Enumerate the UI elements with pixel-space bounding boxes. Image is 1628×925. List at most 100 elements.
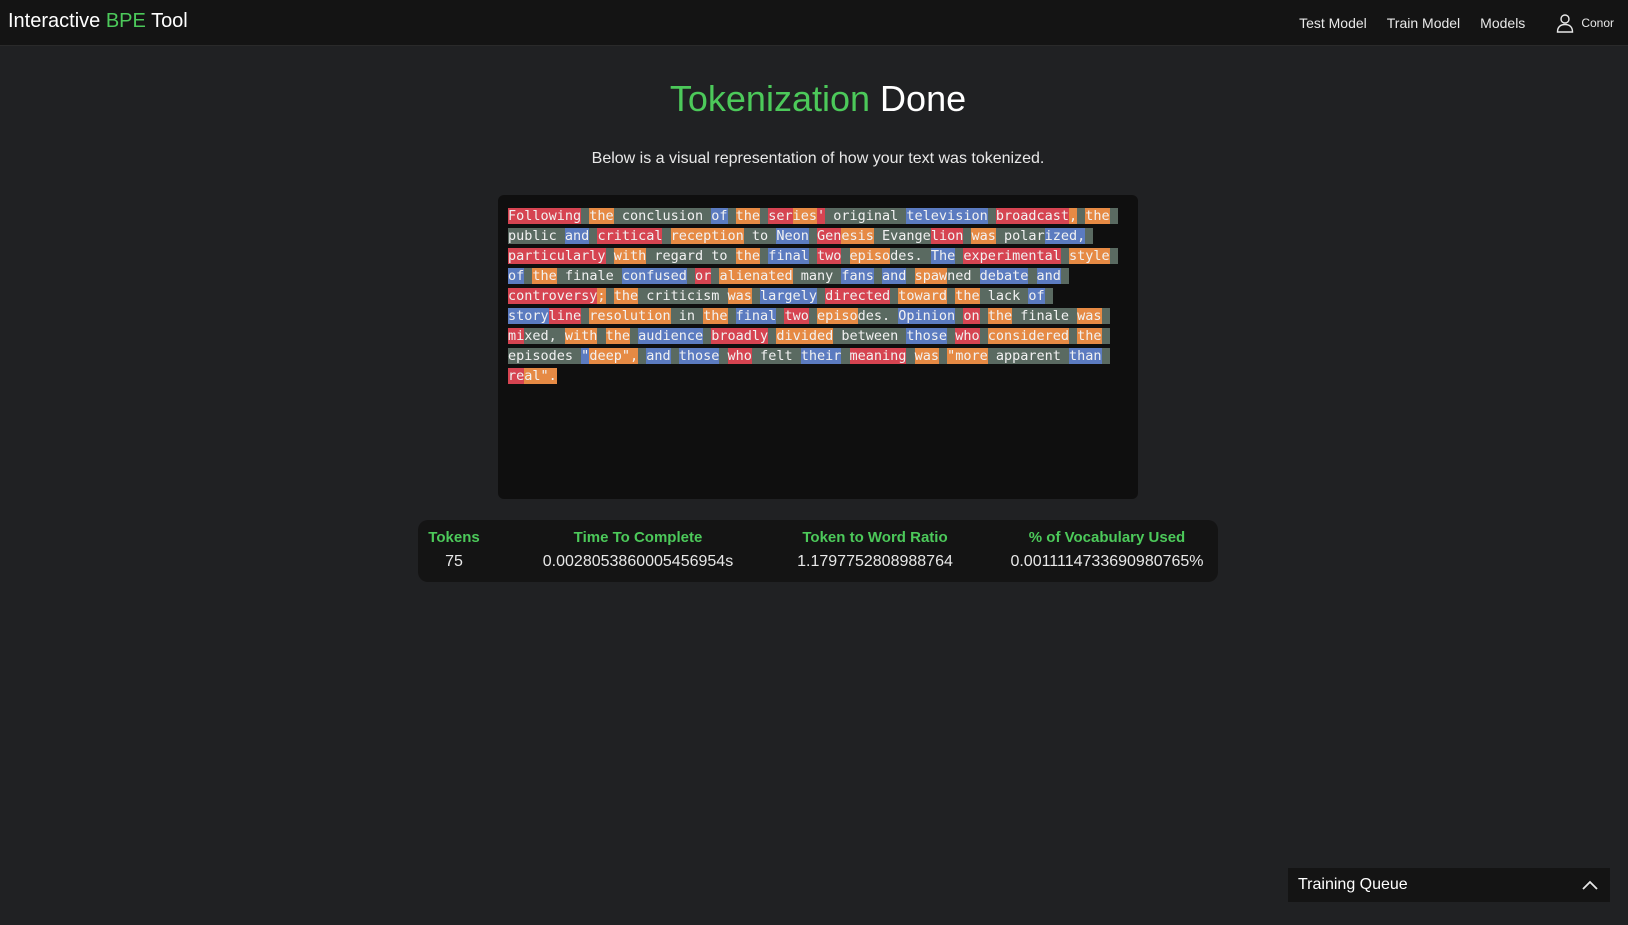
token — [979, 288, 988, 304]
token — [605, 288, 614, 304]
token — [670, 308, 679, 324]
token — [1060, 348, 1070, 364]
token — [613, 268, 622, 284]
stat-tokens: Tokens 75 — [418, 529, 490, 571]
token: ized, — [1044, 228, 1086, 244]
token — [971, 268, 980, 284]
token: the — [735, 248, 761, 264]
token: of — [508, 268, 525, 284]
token: who — [955, 328, 980, 344]
token: ser — [768, 208, 793, 224]
token — [1060, 248, 1070, 264]
token: than — [1069, 348, 1102, 364]
token — [922, 248, 931, 264]
token — [873, 228, 883, 244]
user-menu[interactable]: Conor — [1555, 13, 1614, 33]
token — [743, 228, 752, 244]
token — [751, 288, 761, 304]
token: episo — [816, 308, 858, 324]
token: style — [1069, 248, 1110, 264]
token: or — [695, 268, 712, 284]
token — [556, 268, 565, 284]
token: television — [906, 208, 988, 224]
token: to — [751, 228, 769, 244]
token: debate — [979, 268, 1029, 284]
token — [670, 348, 679, 364]
token — [597, 328, 606, 344]
token: the — [613, 288, 639, 304]
token: line — [548, 308, 582, 324]
stat-label: Time To Complete — [573, 529, 703, 546]
token — [979, 308, 988, 324]
token — [760, 208, 769, 224]
token — [719, 288, 728, 304]
token: was — [971, 228, 996, 244]
stat-vocab: % of Vocabulary Used 0.00111147336909807… — [1004, 529, 1210, 571]
token: broadly — [711, 328, 769, 344]
token: in — [678, 308, 695, 324]
training-queue-panel[interactable]: Training Queue — [1288, 868, 1610, 902]
token: ned — [947, 268, 972, 284]
nav-link-test-model[interactable]: Test Model — [1299, 15, 1367, 31]
token: alienated — [719, 268, 793, 284]
token: critical — [597, 228, 663, 244]
token: Opinion — [898, 308, 956, 324]
tokenized-text-display: Following the conclusion of the series' … — [498, 195, 1138, 499]
navbar: Interactive BPE Tool Test Model Train Mo… — [0, 0, 1628, 46]
token: controversy — [508, 288, 598, 304]
nav-link-train-model[interactable]: Train Model — [1387, 15, 1460, 31]
token: was — [1077, 308, 1102, 324]
token — [686, 268, 696, 284]
token: final — [768, 248, 809, 264]
token — [1101, 328, 1110, 344]
token: final — [735, 308, 777, 324]
token: Evange — [882, 228, 931, 244]
token: regard — [654, 248, 704, 264]
token — [638, 348, 647, 364]
brand-logo[interactable]: Interactive BPE Tool — [8, 10, 188, 33]
token: episodes — [508, 348, 574, 364]
stat-label: Token to Word Ratio — [802, 529, 948, 546]
token: esis — [841, 228, 874, 244]
token — [605, 248, 614, 264]
token — [792, 268, 801, 284]
token — [1085, 228, 1094, 244]
token: spaw — [914, 268, 948, 284]
token: the — [987, 308, 1013, 324]
token — [694, 308, 704, 324]
nav-link-models[interactable]: Models — [1480, 15, 1525, 31]
token — [556, 328, 565, 344]
nav-links: Test Model Train Model Models Conor — [1279, 0, 1614, 46]
stat-time: Time To Complete 0.0028053860005456954s — [518, 529, 758, 571]
stat-value: 75 — [445, 553, 463, 570]
token — [556, 228, 565, 244]
token: reception — [670, 228, 744, 244]
token — [906, 268, 915, 284]
token — [751, 348, 761, 364]
token — [613, 208, 622, 224]
token: their — [800, 348, 842, 364]
token — [1101, 348, 1110, 364]
token — [841, 348, 850, 364]
token — [987, 348, 996, 364]
token: episo — [849, 248, 891, 264]
training-queue-label: Training Queue — [1298, 876, 1408, 893]
token: the — [589, 208, 614, 224]
token — [719, 348, 728, 364]
user-icon — [1557, 14, 1574, 33]
token: story — [508, 308, 549, 324]
token: des. — [857, 308, 891, 324]
token: fans — [841, 268, 874, 284]
token: the — [955, 288, 980, 304]
title-accent: Tokenization — [669, 78, 871, 119]
token: The — [930, 248, 956, 264]
token: conclusion — [621, 208, 704, 224]
token — [1028, 268, 1037, 284]
chevron-up-icon[interactable] — [1580, 875, 1600, 895]
token: re — [508, 368, 525, 384]
token: finale — [1020, 308, 1070, 324]
token: finale — [564, 268, 614, 284]
stat-label: Tokens — [428, 529, 480, 546]
token: des. — [890, 248, 923, 264]
token: lion — [930, 228, 964, 244]
